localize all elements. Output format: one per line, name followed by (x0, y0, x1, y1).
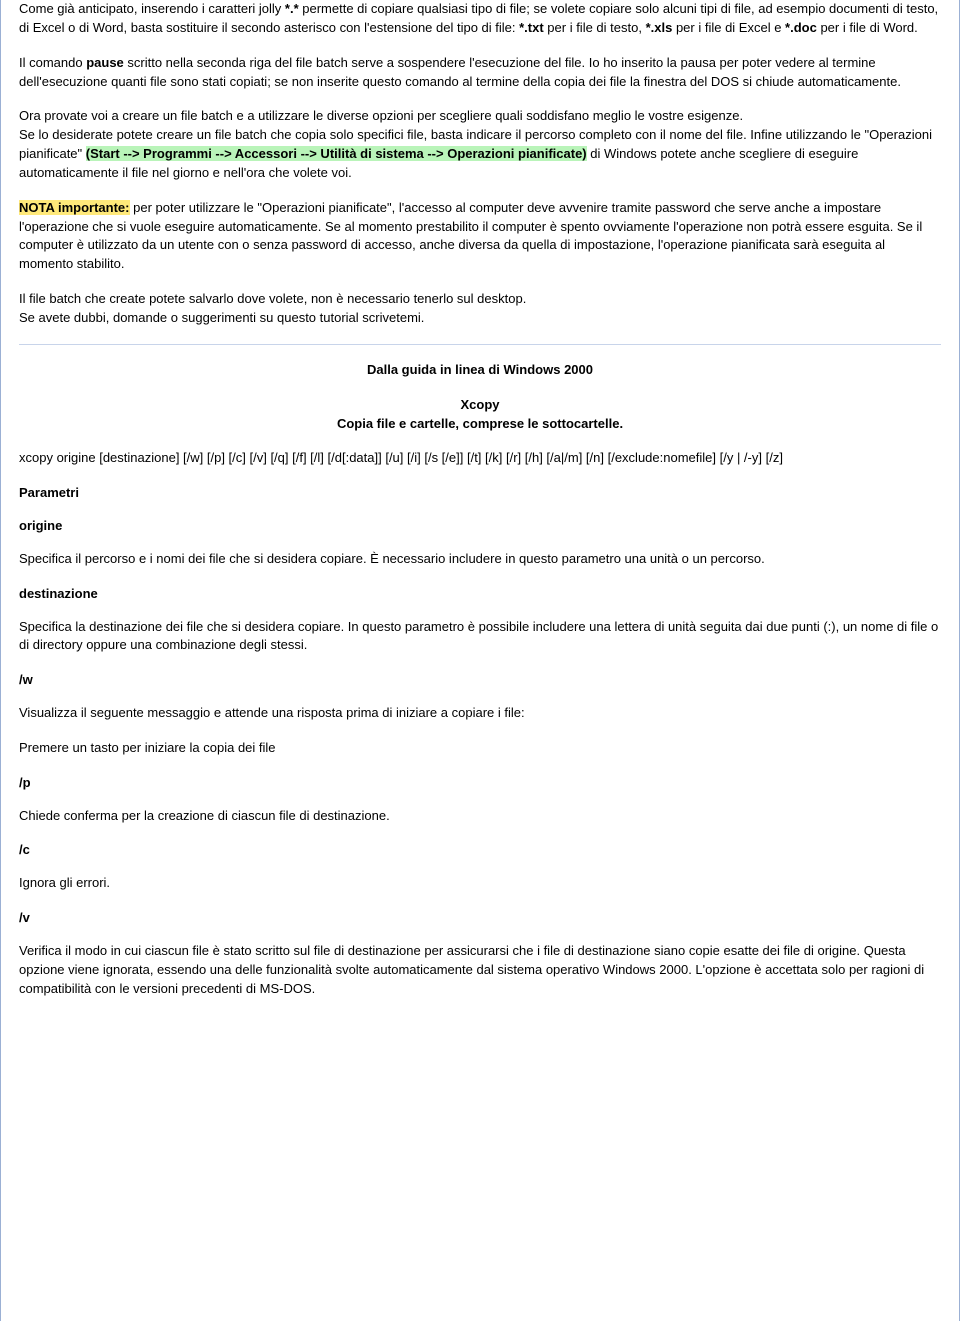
param-desc-c: Ignora gli errori. (19, 874, 941, 893)
param-name-destinazione: destinazione (19, 585, 941, 604)
highlight-menu-path: (Start --> Programmi --> Accessori --> U… (86, 146, 587, 161)
text: scritto nella seconda riga del file batc… (19, 55, 901, 89)
params-label: Parametri (19, 484, 941, 503)
guide-heading: Dalla guida in linea di Windows 2000 (19, 361, 941, 380)
syntax-line: xcopy origine [destinazione] [/w] [/p] [… (19, 449, 941, 468)
param-name-c: /c (19, 841, 941, 860)
param-desc-w-2: Premere un tasto per iniziare la copia d… (19, 739, 941, 758)
text: Se avete dubbi, domande o suggerimenti s… (19, 310, 424, 325)
text: Ora provate voi a creare un file batch e… (19, 108, 743, 123)
bold-text: *.* (285, 1, 299, 16)
param-desc-p: Chiede conferma per la creazione di cias… (19, 807, 941, 826)
text: per i file di Excel e (672, 20, 785, 35)
param-name-origine: origine (19, 517, 941, 536)
divider (19, 344, 941, 345)
text: Come già anticipato, inserendo i caratte… (19, 1, 285, 16)
param-desc-origine: Specifica il percorso e i nomi dei file … (19, 550, 941, 569)
bold-text: *.xls (646, 20, 673, 35)
bold-text: *.txt (519, 20, 544, 35)
text: per i file di testo, (544, 20, 646, 35)
guide-title: Xcopy (460, 397, 499, 412)
highlight-nota: NOTA importante: (19, 200, 130, 215)
param-desc-destinazione: Specifica la destinazione dei file che s… (19, 618, 941, 656)
guide-title-block: Xcopy Copia file e cartelle, comprese le… (19, 396, 941, 434)
param-desc-v: Verifica il modo in cui ciascun file è s… (19, 942, 941, 999)
text: Il comando (19, 55, 86, 70)
bold-text: *.doc (785, 20, 817, 35)
paragraph-jolly: Come già anticipato, inserendo i caratte… (19, 0, 941, 38)
paragraph-closing: Il file batch che create potete salvarlo… (19, 290, 941, 328)
param-desc-w-1: Visualizza il seguente messaggio e atten… (19, 704, 941, 723)
guide-subtitle: Copia file e cartelle, comprese le sotto… (337, 416, 623, 431)
text: per poter utilizzare le "Operazioni pian… (19, 200, 922, 272)
param-name-w: /w (19, 671, 941, 690)
param-name-p: /p (19, 774, 941, 793)
text: per i file di Word. (817, 20, 918, 35)
param-name-v: /v (19, 909, 941, 928)
document-body: Come già anticipato, inserendo i caratte… (0, 0, 960, 1321)
bold-text: pause (86, 55, 124, 70)
paragraph-try: Ora provate voi a creare un file batch e… (19, 107, 941, 182)
paragraph-nota: NOTA importante: per poter utilizzare le… (19, 199, 941, 274)
paragraph-pause: Il comando pause scritto nella seconda r… (19, 54, 941, 92)
text: Il file batch che create potete salvarlo… (19, 291, 526, 306)
